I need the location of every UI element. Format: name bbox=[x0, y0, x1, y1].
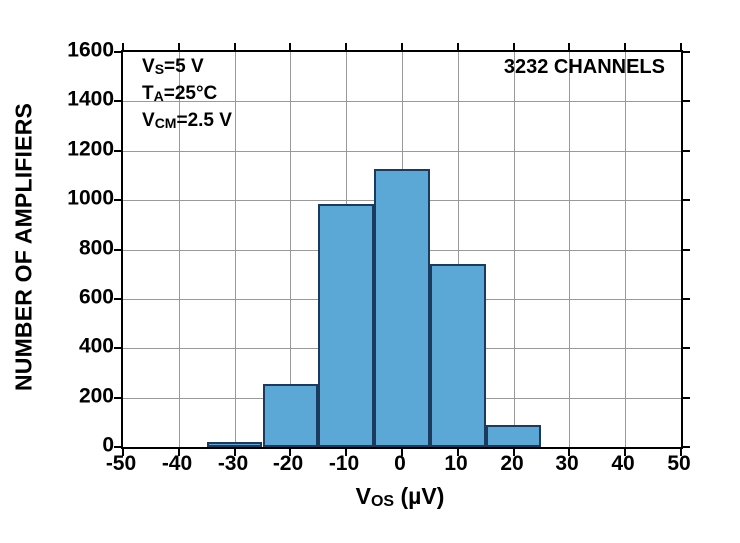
histogram-bar bbox=[429, 263, 486, 447]
x-axis-title: VOS (µV) bbox=[121, 483, 679, 510]
x-axis-tick-top bbox=[680, 43, 682, 52]
gridline-vertical bbox=[514, 52, 515, 447]
x-axis-tick-top bbox=[513, 43, 515, 52]
y-axis-title: NUMBER OF AMPLIFIERS bbox=[10, 102, 36, 392]
x-axis-tick-top bbox=[568, 43, 570, 52]
annotation-ambient-temperature: TA=25°C bbox=[142, 81, 232, 108]
y-axis-tick-right bbox=[681, 298, 690, 300]
y-axis-tick-right bbox=[681, 51, 690, 53]
y-axis-tick-right bbox=[681, 347, 690, 349]
y-axis-tick bbox=[114, 347, 123, 349]
y-axis-tick-label: 400 bbox=[78, 334, 114, 358]
x-axis-tick-top bbox=[289, 43, 291, 52]
y-axis-tick-right bbox=[681, 150, 690, 152]
annotation-ambient-temperature-subscript: A bbox=[153, 87, 164, 104]
gridline-vertical bbox=[569, 52, 570, 447]
y-axis-tick-label: 600 bbox=[78, 285, 114, 309]
y-axis-tick-right bbox=[681, 199, 690, 201]
y-axis-tick-right bbox=[681, 100, 690, 102]
gridline-vertical bbox=[235, 52, 236, 447]
y-axis-tick-label: 800 bbox=[78, 236, 114, 260]
y-axis-tick bbox=[114, 397, 123, 399]
histogram-bar bbox=[374, 168, 430, 447]
histogram-bar bbox=[318, 203, 375, 447]
y-axis-tick bbox=[114, 298, 123, 300]
x-axis-tick-labels: -50 -40 -30 -20 -10 0 10 20 30 40 50 bbox=[106, 452, 691, 480]
annotation-common-mode-voltage: VCM=2.5 V bbox=[142, 108, 232, 135]
x-axis-title-subscript: OS bbox=[370, 493, 395, 510]
histogram-figure: NUMBER OF AMPLIFIERS 0 200 400 600 800 1000 12… bbox=[0, 0, 740, 543]
y-axis-tick bbox=[114, 249, 123, 251]
annotation-ambient-temperature-suffix: =25°C bbox=[163, 82, 218, 104]
y-axis-tick bbox=[114, 150, 123, 152]
x-axis-tick-top bbox=[345, 43, 347, 52]
y-axis-tick-right bbox=[681, 446, 690, 448]
y-axis-tick bbox=[114, 100, 123, 102]
x-axis-tick-top bbox=[401, 43, 403, 52]
y-axis-tick-label: 1400 bbox=[67, 87, 114, 111]
x-axis-title-suffix: (µV) bbox=[394, 483, 445, 509]
x-axis-tick-top bbox=[234, 43, 236, 52]
x-axis-tick-label: 50 bbox=[667, 452, 691, 475]
annotation-common-mode-voltage-prefix: V bbox=[142, 109, 155, 131]
annotation-common-mode-voltage-suffix: =2.5 V bbox=[176, 109, 232, 131]
annotation-common-mode-voltage-subscript: CM bbox=[154, 114, 177, 131]
gridline-vertical bbox=[625, 52, 626, 447]
histogram-bar bbox=[485, 425, 542, 447]
annotation-ambient-temperature-prefix: T bbox=[142, 82, 154, 104]
y-axis-tick-right bbox=[681, 397, 690, 399]
x-axis-title-prefix: V bbox=[355, 483, 371, 509]
x-axis-tick-top bbox=[178, 43, 180, 52]
y-axis-tick bbox=[114, 199, 123, 201]
histogram-bar bbox=[262, 384, 319, 447]
y-axis-tick-labels: 0 200 400 600 800 1000 1200 1400 1600 bbox=[48, 40, 114, 456]
y-axis-tick-label: 1000 bbox=[67, 186, 114, 210]
y-axis-tick-right bbox=[681, 249, 690, 251]
y-axis-tick-label: 200 bbox=[78, 384, 114, 408]
y-axis-tick-label: 1200 bbox=[67, 137, 114, 161]
x-axis-tick-top bbox=[122, 43, 124, 52]
x-axis-tick-top bbox=[457, 43, 459, 52]
annotation-channel-count: 3232 CHANNELS bbox=[503, 56, 665, 78]
x-axis-tick-top bbox=[624, 43, 626, 52]
